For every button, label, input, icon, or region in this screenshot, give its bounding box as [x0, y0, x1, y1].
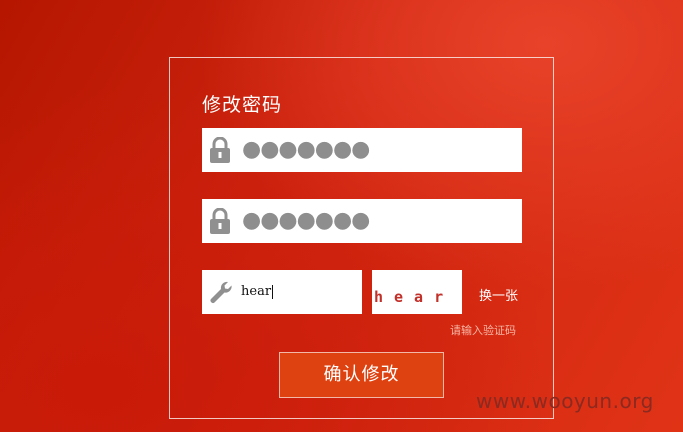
lock-icon: [210, 208, 230, 234]
password-mask: ●●●●●●●: [242, 208, 370, 233]
refresh-captcha-link[interactable]: 换一张: [479, 285, 518, 304]
change-password-panel: 修改密码 ●●●●●●● ●●●●●●● hear hear 换一张 请输入验证…: [169, 57, 554, 419]
captcha-image[interactable]: hear: [372, 270, 462, 314]
new-password-field[interactable]: ●●●●●●●: [202, 128, 522, 172]
lock-icon: [210, 137, 230, 163]
captcha-hint: 请输入验证码: [450, 324, 516, 337]
wrench-icon: [210, 281, 232, 303]
captcha-input[interactable]: hear: [202, 270, 362, 314]
password-mask: ●●●●●●●: [242, 137, 370, 162]
watermark: www.wooyun.org: [476, 389, 654, 413]
confirm-password-field[interactable]: ●●●●●●●: [202, 199, 522, 243]
form-title: 修改密码: [202, 94, 283, 116]
captcha-input-value: hear: [241, 284, 274, 299]
confirm-button[interactable]: 确认修改: [279, 352, 444, 398]
